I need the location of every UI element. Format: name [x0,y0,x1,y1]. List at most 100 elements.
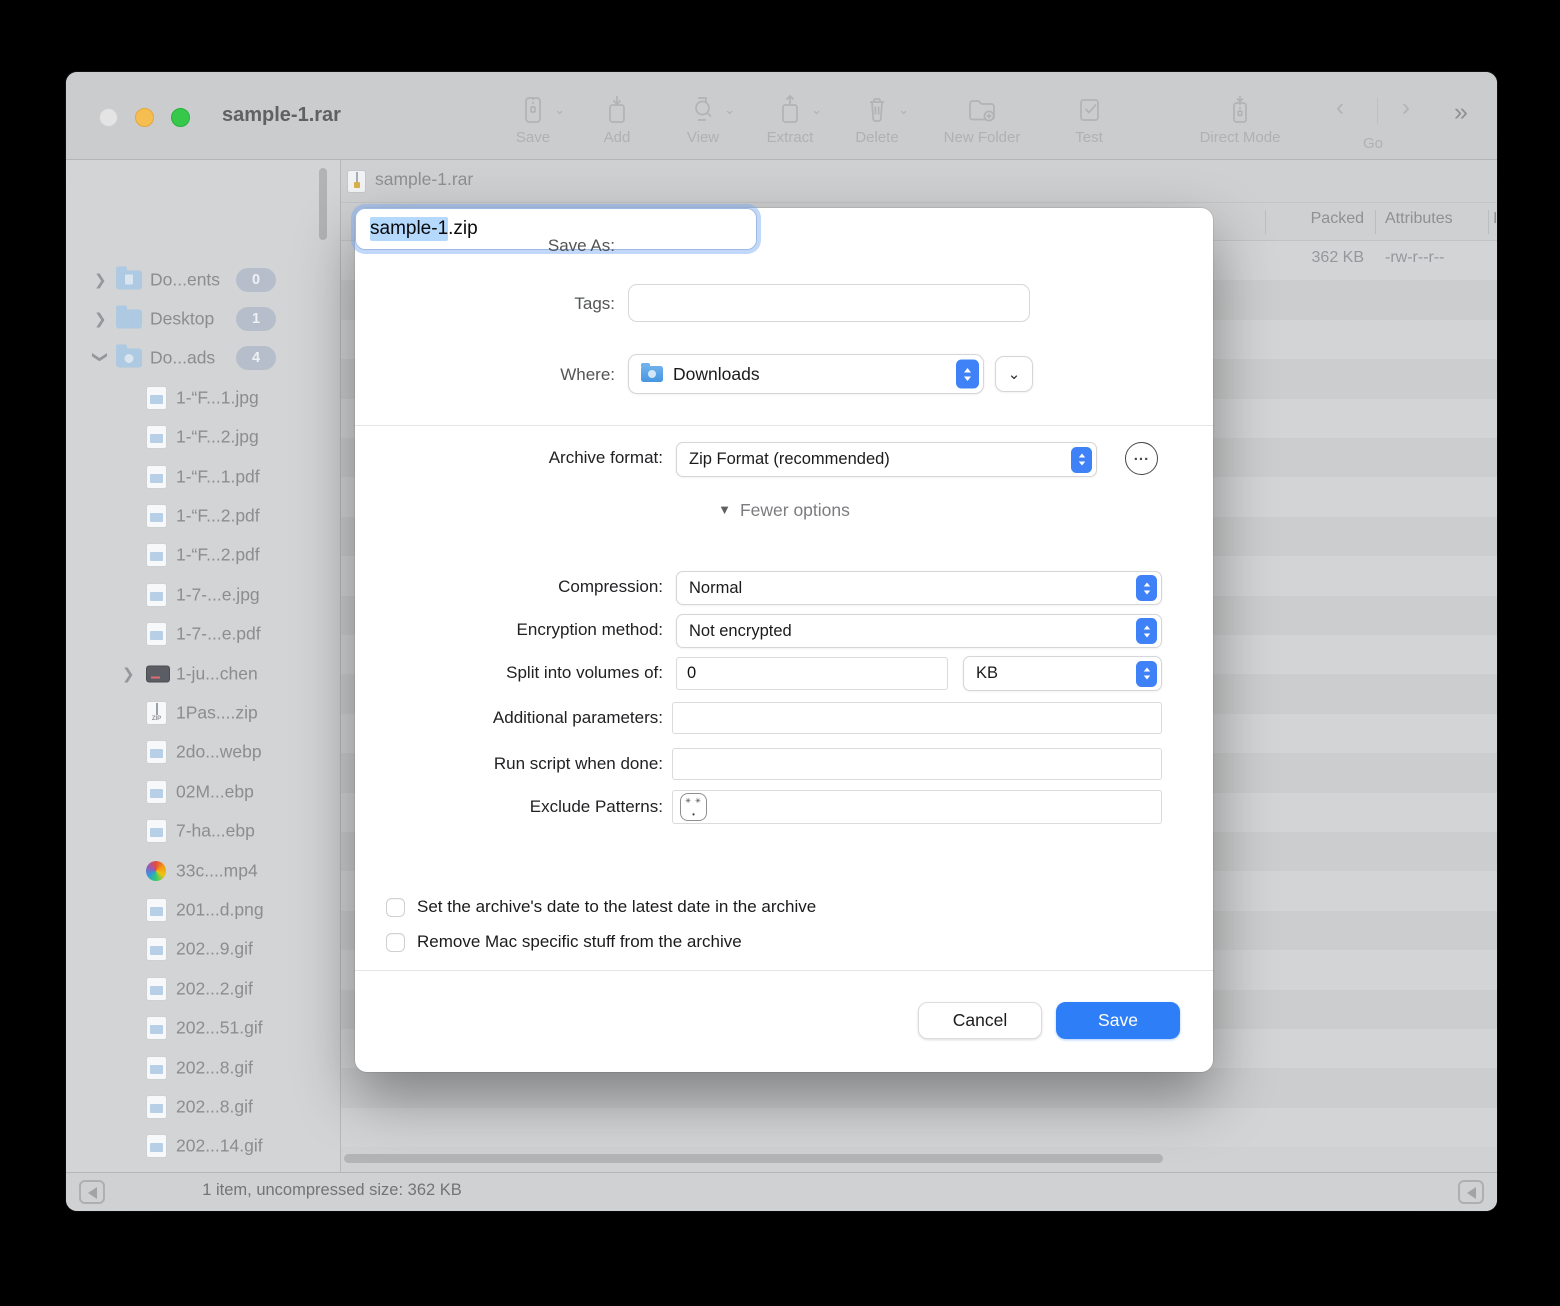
additional-parameters-input[interactable] [672,702,1162,734]
archive-file-icon [347,170,366,193]
sidebar-file-row[interactable]: 202...51.gif [66,1009,340,1048]
toolbar-save-button[interactable]: ⌄ Save [485,94,581,146]
toolbar-add-button[interactable]: Add [569,94,665,146]
collapse-panel-button[interactable] [1458,1180,1484,1204]
image-file-icon [146,1056,167,1080]
sidebar-file-row[interactable]: 202...9.gif [66,930,340,969]
file-list-row [341,1108,1497,1147]
sidebar-file-row[interactable]: 1-7-...e.pdf [66,615,340,654]
toolbar-new-folder-button[interactable]: New Folder [934,94,1030,146]
stepper-icon [1136,661,1157,687]
sidebar-folder-row[interactable]: ❯Do...ents0 [66,260,340,299]
sidebar-file-label: 202...14.gif [176,1136,263,1157]
sidebar-file-row[interactable]: 33c....mp4 [66,851,340,890]
sidebar-file-row[interactable]: 1-“F...1.jpg [66,378,340,417]
exclude-patterns-input[interactable] [672,790,1162,824]
tags-label: Tags: [355,294,615,314]
sidebar-file-row[interactable]: 202...14.gif [66,1127,340,1166]
horizontal-scrollbar-thumb[interactable] [344,1154,1163,1163]
chevron-down-icon: ⌄ [811,102,822,118]
disclosure-closed-icon[interactable]: ❯ [94,271,107,289]
statusbar: 1 item, uncompressed size: 362 KB [66,1172,1497,1211]
status-text: 1 item, uncompressed size: 362 KB [162,1181,502,1200]
where-popup[interactable]: Downloads [628,354,984,394]
run-script-input[interactable] [672,748,1162,780]
back-chevron-icon[interactable]: ‹ [1336,94,1344,122]
sidebar-file-label: 2do...webp [176,742,262,763]
save-button[interactable]: Save [1056,1002,1180,1039]
split-unit-popup[interactable]: KB [963,656,1162,691]
image-file-icon [146,386,167,410]
disclosure-closed-icon[interactable]: ❯ [122,665,135,683]
where-value: Downloads [673,364,760,385]
encryption-popup[interactable]: Not encrypted [676,614,1162,648]
fewer-options-toggle[interactable]: ▼Fewer options [355,500,1213,521]
column-divider[interactable] [1265,210,1266,234]
sidebar-file-row[interactable]: 1-“F...2.pdf [66,536,340,575]
sidebar-file-label: 202...8.gif [176,1057,253,1078]
forward-chevron-icon[interactable]: › [1402,94,1410,122]
test-checkmark-icon [1041,94,1137,126]
disclosure-closed-icon[interactable]: ❯ [94,310,107,328]
checkbox-unchecked-icon[interactable] [386,933,405,952]
sidebar-file-row[interactable]: 1Pas....zip [66,693,340,732]
sidebar-file-row[interactable]: 1-“F...2.pdf [66,496,340,535]
archive-save-icon [485,94,581,126]
split-volumes-input[interactable]: 0 [676,657,948,690]
column-divider[interactable] [1488,210,1489,234]
toolbar-test-label: Test [1041,129,1137,146]
remove-mac-stuff-checkbox-row[interactable]: Remove Mac specific stuff from the archi… [386,929,742,955]
toolbar-view-button[interactable]: ⌄ View [655,94,751,146]
minimize-button[interactable] [135,108,154,127]
sidebar-file-row[interactable]: 202...8.gif [66,1087,340,1126]
archive-format-popup[interactable]: Zip Format (recommended) [676,442,1097,477]
sidebar-file-row[interactable]: 7-ha...ebp [66,812,340,851]
sidebar-file-row[interactable]: 02M...ebp [66,772,340,811]
window-title: sample-1.rar [222,104,341,127]
toolbar-test-button[interactable]: Test [1041,94,1137,146]
sidebar-scrollbar-thumb[interactable] [319,168,327,240]
column-header-packed[interactable]: Packed [1311,210,1364,228]
direct-mode-icon [1192,94,1288,126]
image-file-icon [146,465,167,489]
toolbar-extract-button[interactable]: ⌄ Extract [742,94,838,146]
checkbox-unchecked-icon[interactable] [386,898,405,917]
column-header-attributes[interactable]: Attributes [1385,210,1453,228]
where-expand-button[interactable]: ⌄ [995,356,1033,392]
image-file-icon [146,937,167,961]
toolbar-delete-button[interactable]: ⌄ Delete [829,94,925,146]
sidebar-file-row[interactable]: 202...8.gif [66,1048,340,1087]
more-options-button[interactable]: ... [1125,442,1158,475]
sidebar-folder-row[interactable]: ❯Desktop1 [66,299,340,338]
pattern-token-icon[interactable] [680,793,707,821]
sidebar-file-row[interactable]: 2do...webp [66,733,340,772]
additional-parameters-label: Additional parameters: [363,708,663,728]
sidebar-file-row[interactable]: 202...2.gif [66,969,340,1008]
sidebar-file-row[interactable]: ❯ 1-ju...chen [66,654,340,693]
sidebar-folder-row[interactable]: ❯Do...ads4 [66,339,340,378]
collapse-sidebar-button[interactable] [79,1180,105,1204]
sidebar-file-label: 1-ju...chen [176,663,258,684]
toolbar-overflow-icon[interactable]: » [1454,98,1465,127]
cancel-button[interactable]: Cancel [918,1002,1042,1039]
disclosure-open-icon[interactable]: ❯ [91,351,109,364]
tags-input[interactable] [628,284,1030,322]
toolbar-delete-label: Delete [829,129,925,146]
chevron-down-icon: ⌄ [554,102,565,118]
zoom-button[interactable] [171,108,190,127]
stepper-icon [956,360,979,389]
sidebar-file-row[interactable]: 1-“F...1.pdf [66,457,340,496]
split-volumes-value: 0 [687,664,696,683]
row-packed-value: 362 KB [1312,249,1364,267]
compression-popup[interactable]: Normal [676,571,1162,605]
compression-label: Compression: [363,577,663,597]
close-button[interactable] [99,108,118,127]
toolbar-direct-mode-button[interactable]: Direct Mode [1192,94,1288,146]
archive-date-checkbox-row[interactable]: Set the archive's date to the latest dat… [386,894,816,920]
column-divider[interactable] [1375,210,1376,234]
sidebar-file-row[interactable]: 1-7-...e.jpg [66,575,340,614]
breadcrumb[interactable]: sample-1.rar [375,169,473,190]
sidebar-file-row[interactable]: 1-“F...2.jpg [66,418,340,457]
sidebar-divider[interactable] [340,160,341,1172]
sidebar-file-row[interactable]: 201...d.png [66,890,340,929]
